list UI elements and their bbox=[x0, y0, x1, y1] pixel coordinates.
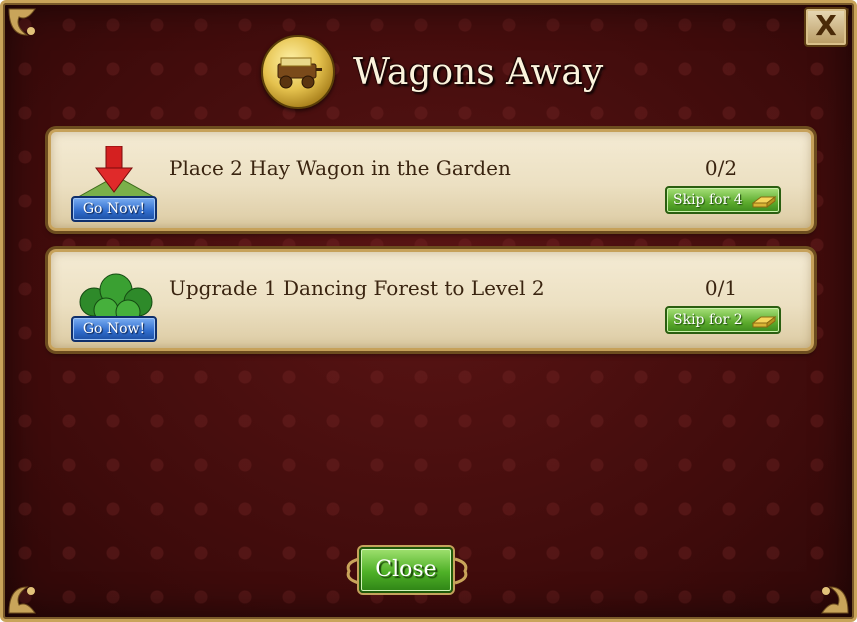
dialog-title: Wagons Away bbox=[353, 51, 604, 93]
dialog-frame: X Wagons Away Go Now! Place 2 Hay Wagon … bbox=[0, 0, 857, 622]
go-now-button[interactable]: Go Now! bbox=[71, 316, 157, 342]
skip-button[interactable]: Skip for 4 bbox=[665, 186, 781, 214]
quest-row: Go Now! Upgrade 1 Dancing Forest to Leve… bbox=[48, 249, 814, 351]
dialog-header: Wagons Away bbox=[261, 35, 604, 109]
skip-label: Skip for 2 bbox=[673, 312, 743, 328]
close-x-button[interactable]: X bbox=[804, 7, 848, 47]
corner-ornament-icon bbox=[8, 8, 36, 36]
quest-description: Place 2 Hay Wagon in the Garden bbox=[169, 156, 511, 180]
skip-button[interactable]: Skip for 2 bbox=[665, 306, 781, 334]
gold-bar-icon bbox=[751, 196, 777, 208]
go-now-button[interactable]: Go Now! bbox=[71, 196, 157, 222]
scroll-ornament-icon bbox=[454, 557, 468, 585]
corner-ornament-icon bbox=[8, 586, 36, 614]
close-button[interactable]: Close bbox=[359, 547, 453, 593]
quest-progress: 0/1 bbox=[704, 276, 738, 300]
gold-bar-icon bbox=[751, 316, 777, 328]
wagon-badge-icon bbox=[261, 35, 335, 109]
corner-ornament-icon bbox=[821, 586, 849, 614]
skip-label: Skip for 4 bbox=[673, 192, 743, 208]
close-button-group: Close bbox=[343, 543, 471, 597]
quest-row: Go Now! Place 2 Hay Wagon in the Garden … bbox=[48, 129, 814, 231]
quest-description: Upgrade 1 Dancing Forest to Level 2 bbox=[169, 276, 545, 300]
quest-progress: 0/2 bbox=[704, 156, 738, 180]
